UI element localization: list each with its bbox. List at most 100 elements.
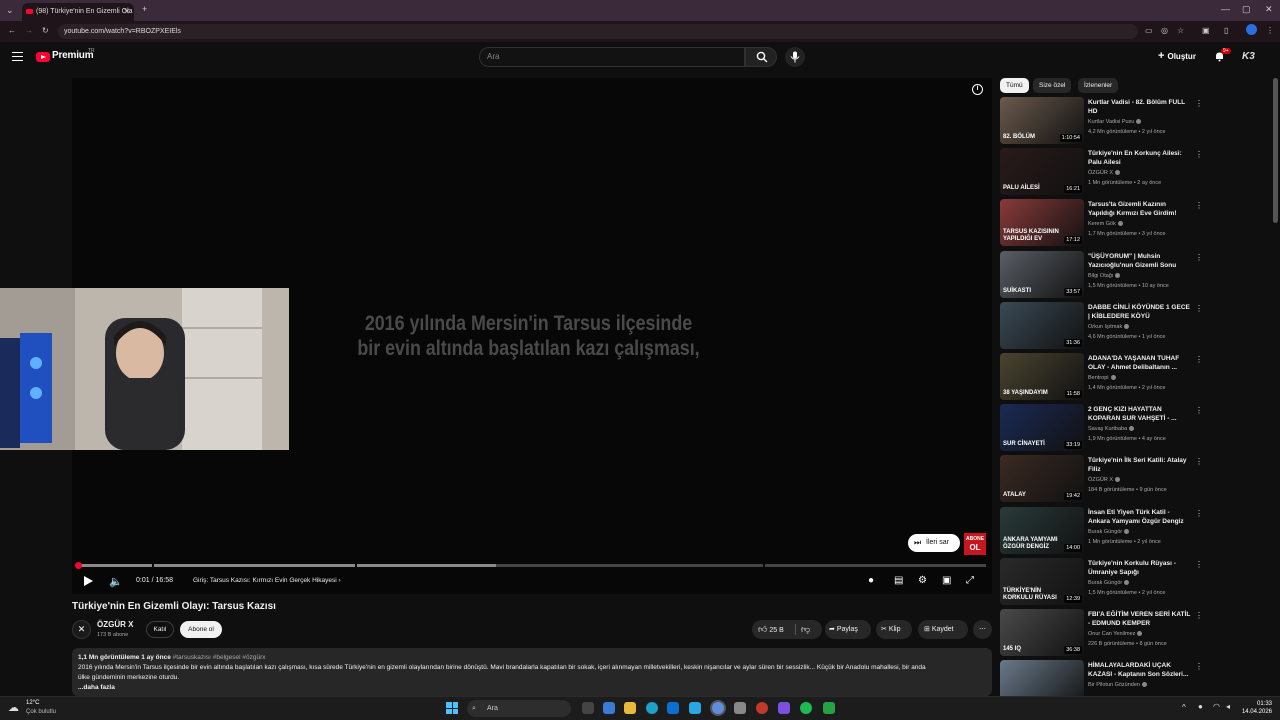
recommendation-thumbnail[interactable]: 38 YAŞINDAYIM 11:58 — [1000, 353, 1084, 400]
recommendation-title[interactable]: Türkiye'nin Korkulu Rüyası - Ümraniye Sa… — [1088, 559, 1192, 577]
play-icon[interactable] — [84, 576, 93, 586]
bookmark-star-icon[interactable]: ☆ — [1177, 26, 1184, 35]
recommendation-thumbnail[interactable]: 82. BÖLÜM 1:10:54 — [1000, 97, 1084, 144]
split-view-icon[interactable]: ▯ — [1224, 26, 1228, 35]
chip-watched[interactable]: İzlenenler — [1078, 78, 1119, 93]
more-options-icon[interactable]: ⋮ — [1195, 560, 1203, 569]
recommendation-channel[interactable]: Bentropi — [1088, 375, 1116, 381]
scrubber-handle[interactable] — [75, 562, 82, 569]
clip-button[interactable]: ✂ Klip — [876, 620, 912, 639]
more-actions-button[interactable]: ⋯ — [973, 620, 992, 639]
recommendation-item[interactable]: 82. BÖLÜM 1:10:54 Kurtlar Vadisi - 82. Böl… — [1000, 97, 1205, 145]
fullscreen-icon[interactable]: ⤢ — [966, 575, 974, 586]
search-input[interactable]: Ara — [479, 47, 745, 67]
chapter-title[interactable]: Giriş: Tarsus Kazısı: Kırmızı Evin Gerçe… — [193, 577, 341, 584]
skip-ahead-button[interactable]: İleri sar — [908, 534, 960, 552]
chrome-browser-icon[interactable] — [712, 702, 724, 714]
forward-icon[interactable]: → — [25, 26, 33, 35]
file-explorer-icon[interactable] — [624, 702, 636, 714]
like-button[interactable]: 👍︎ 25 B — [758, 620, 784, 640]
reload-icon[interactable]: ↻ — [42, 26, 49, 35]
recommendation-thumbnail[interactable]: TARSUS KAZISININ YAPILDIĞI EV 17:12 — [1000, 199, 1084, 247]
eye-off-icon[interactable]: ◎ — [1161, 26, 1168, 35]
more-options-icon[interactable]: ⋮ — [1195, 611, 1203, 620]
browser-menu-icon[interactable]: ⋮ — [1266, 26, 1274, 35]
weather-temperature[interactable]: 12°C — [26, 700, 39, 706]
account-avatar[interactable]: K3 — [1242, 51, 1258, 65]
widgets-icon[interactable] — [603, 702, 615, 714]
windows-start-icon[interactable] — [446, 702, 458, 714]
recommendation-item[interactable]: SUİKASTI 33:57 "ÜŞÜYORUM" | Muhsin Yazıcıo… — [1000, 250, 1205, 299]
edge-icon[interactable] — [646, 702, 658, 714]
subscribe-button[interactable]: Abone ol — [180, 621, 222, 638]
tab-close-icon[interactable]: ✕ — [123, 3, 130, 21]
telegram-icon[interactable] — [689, 702, 701, 714]
recommendation-thumbnail[interactable]: TÜRKİYE'NİN KORKULU RÜYASI 12:39 — [1000, 557, 1084, 605]
taskbar-search[interactable]: ⌕ Ara — [467, 700, 571, 717]
progress-bar[interactable] — [78, 564, 986, 567]
recommendation-title[interactable]: Tarsus'ta Gizemli Kazının Yapıldığı Kırm… — [1088, 200, 1192, 218]
subscribe-watermark[interactable]: ABONE OL — [964, 533, 986, 555]
recommendation-channel[interactable]: Savaş Kurtbaba — [1088, 426, 1135, 432]
spotify-icon[interactable] — [800, 702, 812, 714]
recommendation-thumbnail[interactable]: ATALAY 19:42 — [1000, 455, 1084, 503]
youtube-logo-icon[interactable] — [36, 52, 50, 62]
recommendation-item[interactable]: 145 IQ 36:38 FBI'A EĞİTİM VEREN SERİ KATİL… — [1000, 609, 1205, 657]
dislike-button[interactable]: 👎︎ — [801, 620, 810, 640]
description-box[interactable]: 1,1 Mn görüntüleme 1 ay önce #tarsuskazı… — [72, 648, 992, 696]
more-options-icon[interactable]: ⋮ — [1195, 304, 1203, 313]
autoplay-toggle-icon[interactable]: ● — [868, 575, 874, 586]
extensions-icon[interactable]: ▣ — [1202, 26, 1210, 35]
subtitles-icon[interactable]: ▤ — [894, 575, 903, 586]
recommendation-title[interactable]: Kurtlar Vadisi - 82. Bölüm FULL HD — [1088, 98, 1192, 116]
voice-search-button[interactable] — [785, 47, 805, 67]
recommendation-title[interactable]: İnsan Eti Yiyen Türk Katil - Ankara Yamy… — [1088, 508, 1192, 526]
volume-icon[interactable]: 🔈 — [109, 575, 123, 588]
more-options-icon[interactable]: ⋮ — [1195, 99, 1203, 108]
new-tab-icon[interactable]: + — [142, 4, 147, 14]
recommendation-item[interactable]: 38 YAŞINDAYIM 11:58 ADANA'DA YAŞANAN TUHAF… — [1000, 353, 1205, 401]
recommendation-channel[interactable]: Onur Can Yenilmez — [1088, 631, 1143, 637]
more-options-icon[interactable]: ⋮ — [1195, 509, 1203, 518]
tab-list-icon[interactable]: ⌄ — [6, 5, 14, 16]
recommendation-title[interactable]: Türkiye'nin En Korkunç Ailesi: Palu Aile… — [1088, 149, 1192, 167]
more-options-icon[interactable]: ⋮ — [1195, 150, 1203, 159]
profile-icon[interactable] — [1246, 24, 1257, 35]
recommendation-channel[interactable]: ÖZGÜR X — [1088, 477, 1121, 483]
more-options-icon[interactable]: ⋮ — [1195, 406, 1203, 415]
recommendation-thumbnail[interactable]: PALU AİLESİ 16:21 — [1000, 148, 1084, 196]
recommendation-channel[interactable]: Kurtlar Vadisi Pusu — [1088, 119, 1142, 125]
channel-avatar[interactable]: ✕ — [72, 620, 91, 639]
url-field[interactable]: youtube.com/watch?v=RBOZPXEIEls — [58, 24, 1138, 39]
recommendation-title[interactable]: FBI'A EĞİTİM VEREN SERİ KATİL - EDMUND K… — [1088, 610, 1192, 628]
create-button[interactable]: + Oluştur — [1158, 50, 1196, 62]
recommendation-title[interactable]: DABBE CİNLİ KÖYÜNDE 1 GECE | KİBLEDERE K… — [1088, 303, 1192, 321]
show-more-link[interactable]: ...daha fazla — [78, 683, 986, 693]
recommendation-item[interactable]: ATALAY 19:42 Türkiye'nin İlk Seri Katili: … — [1000, 455, 1205, 503]
system-clock[interactable]: 01:33 14.04.2026 — [1240, 700, 1272, 716]
recommendation-channel[interactable]: Orkun Işıtmak — [1088, 324, 1130, 330]
recommendation-item[interactable]: SUR CİNAYETİ 33:19 2 GENÇ KIZI HAYATTAN KO… — [1000, 404, 1205, 452]
recommendation-title[interactable]: Türkiye'nin İlk Seri Katili: Atalay Fili… — [1088, 456, 1192, 474]
more-options-icon[interactable]: ⋮ — [1195, 457, 1203, 466]
recommendation-channel[interactable]: Burak Güngör — [1088, 580, 1130, 586]
recommendation-item[interactable]: TARSUS KAZISININ YAPILDIĞI EV 17:12 Tarsus… — [1000, 199, 1205, 247]
recommendation-thumbnail[interactable]: SUİKASTI 33:57 — [1000, 250, 1084, 298]
twitch-icon[interactable] — [778, 702, 790, 714]
back-icon[interactable]: ← — [8, 26, 16, 35]
save-button[interactable]: ⊞ Kaydet — [918, 620, 968, 639]
hamburger-menu-icon[interactable] — [12, 52, 23, 61]
chip-for-you[interactable]: Size özel — [1033, 78, 1072, 93]
browser-tab[interactable]: (98) Türkiye'nin En Gizemli Ola ✕ — [22, 3, 134, 21]
recommendation-channel[interactable]: Bilgi Otağı — [1088, 273, 1121, 279]
share-button[interactable]: ➦ Paylaş — [825, 620, 871, 639]
store-icon[interactable] — [667, 702, 679, 714]
cast-icon[interactable]: ▭ — [1145, 26, 1153, 35]
recommendation-item[interactable]: 31:36 DABBE CİNLİ KÖYÜNDE 1 GECE | KİBLED… — [1000, 301, 1205, 350]
recommendation-title[interactable]: 2 GENÇ KIZI HAYATTAN KOPARAN SUR VAHŞETİ… — [1088, 405, 1192, 423]
recommendation-title[interactable]: HİMALAYALARDAKİ UÇAK KAZASI - Kaptanın S… — [1088, 661, 1192, 679]
recommendation-thumbnail[interactable]: 31:36 — [1000, 301, 1084, 349]
search-button[interactable] — [745, 47, 777, 67]
hashtags[interactable]: #tarsuskazısı #belgesel #özgürx — [173, 654, 266, 661]
info-icon[interactable]: i — [972, 84, 983, 95]
